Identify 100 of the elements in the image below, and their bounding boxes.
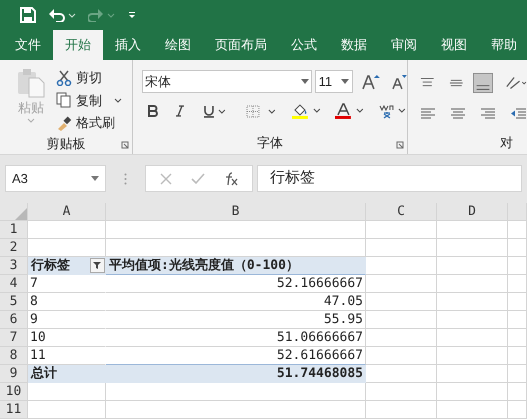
total-value: 51.74468085 <box>106 365 366 383</box>
empty-cell <box>366 239 437 257</box>
empty-cell <box>437 329 508 347</box>
ribbon-tab[interactable]: 数据 <box>329 30 379 60</box>
empty-cell <box>437 221 508 239</box>
ribbon-tab[interactable]: 开始 <box>53 30 103 60</box>
row-header[interactable]: 3 <box>0 257 28 275</box>
column-header[interactable]: C <box>366 203 437 221</box>
column-header[interactable]: B <box>106 203 366 221</box>
align-center-icon[interactable] <box>450 108 466 120</box>
row-header[interactable]: 5 <box>0 293 28 311</box>
empty-cell <box>437 257 508 275</box>
ribbon-tab[interactable]: 审阅 <box>379 30 429 60</box>
row-header[interactable]: 10 <box>0 383 28 401</box>
column-header[interactable]: D <box>437 203 508 221</box>
pivot-value-header: 平均值项:光线亮度值（0-100） <box>106 257 366 275</box>
empty-cell <box>437 311 508 329</box>
font-name-dropdown[interactable]: 宋体 <box>142 70 312 93</box>
format-painter-button[interactable]: 格式刷 <box>76 113 115 132</box>
ribbon-tab[interactable]: 绘图 <box>153 30 203 60</box>
caret-icon[interactable] <box>300 79 309 84</box>
row-header[interactable]: 7 <box>0 329 28 347</box>
empty-cell <box>366 293 437 311</box>
grow-font-icon[interactable] <box>362 74 380 90</box>
table-cell: 9 <box>28 311 106 329</box>
cut-button[interactable]: 剪切 <box>76 68 102 88</box>
empty-cell <box>508 347 527 365</box>
scissors-icon[interactable] <box>56 70 72 86</box>
column-header[interactable]: A <box>28 203 106 221</box>
font-color-icon[interactable] <box>335 103 366 119</box>
empty-cell <box>508 365 527 383</box>
table-cell: 47.05 <box>106 293 366 311</box>
empty-cell <box>508 311 527 329</box>
ribbon-tab[interactable]: 文件 <box>3 30 53 60</box>
ribbon-tab[interactable]: 视图 <box>429 30 479 60</box>
column-header <box>508 203 527 221</box>
copy-icon[interactable] <box>56 92 72 108</box>
row-header[interactable]: 4 <box>0 275 28 293</box>
orientation-icon[interactable] <box>505 75 527 91</box>
align-right-icon[interactable] <box>480 108 496 120</box>
ribbon-tab[interactable]: 插入 <box>103 30 153 60</box>
dialog-launcher-icon[interactable] <box>121 141 129 149</box>
bottom-align-icon[interactable] <box>473 72 494 94</box>
table-cell: 7 <box>28 275 106 293</box>
empty-cell <box>508 239 527 257</box>
customize-toolbar-icon[interactable] <box>128 11 136 19</box>
name-box[interactable]: A3 <box>5 165 106 192</box>
brush-icon[interactable] <box>56 114 72 131</box>
underline-icon[interactable] <box>204 104 226 118</box>
row-header[interactable]: 2 <box>0 239 28 257</box>
caret-icon[interactable] <box>341 79 350 84</box>
empty-cell <box>366 383 437 401</box>
dialog-launcher-icon[interactable] <box>396 141 404 149</box>
empty-cell <box>437 293 508 311</box>
table-cell: 51.06666667 <box>106 329 366 347</box>
empty-cell <box>508 401 527 419</box>
caret-icon[interactable] <box>114 98 122 103</box>
bold-icon[interactable] <box>148 105 158 117</box>
pivot-row-label: 行标签 <box>31 257 70 274</box>
empty-cell <box>508 221 527 239</box>
top-align-icon[interactable] <box>420 77 435 89</box>
row-header[interactable]: 9 <box>0 365 28 383</box>
empty-cell <box>508 329 527 347</box>
empty-cell <box>437 275 508 293</box>
fill-color-icon[interactable] <box>292 103 322 119</box>
empty-cell <box>437 383 508 401</box>
formula-field[interactable]: 行标签 <box>257 165 522 192</box>
caret-icon[interactable] <box>91 176 99 181</box>
row-header[interactable]: 6 <box>0 311 28 329</box>
table-cell: 52.16666667 <box>106 275 366 293</box>
save-icon[interactable] <box>20 7 36 23</box>
middle-align-icon[interactable] <box>448 77 464 89</box>
decrease-indent-icon[interactable] <box>510 108 526 120</box>
table-cell: 55.95 <box>106 311 366 329</box>
undo-icon[interactable] <box>48 8 76 22</box>
ribbon-tab[interactable]: 页面布局 <box>203 30 279 60</box>
empty-cell <box>437 365 508 383</box>
copy-button[interactable]: 复制 <box>76 90 102 110</box>
empty-cell <box>366 401 437 419</box>
table-cell: 8 <box>28 293 106 311</box>
row-header[interactable]: 11 <box>0 401 28 419</box>
empty-cell <box>508 293 527 311</box>
empty-cell <box>366 347 437 365</box>
empty-cell <box>508 257 527 275</box>
row-header[interactable]: 8 <box>0 347 28 365</box>
ribbon-tab[interactable]: 帮助 <box>479 30 527 60</box>
shrink-font-icon[interactable] <box>391 74 407 90</box>
empty-cell <box>366 329 437 347</box>
font-size-dropdown[interactable]: 11 <box>314 70 354 93</box>
borders-icon[interactable] <box>246 104 276 118</box>
ribbon-tab[interactable]: 公式 <box>279 30 329 60</box>
group-label: 对 <box>500 134 513 152</box>
empty-cell <box>508 275 527 293</box>
italic-icon[interactable] <box>176 105 184 117</box>
phonetic-guide-icon[interactable] <box>379 103 408 119</box>
row-header[interactable]: 1 <box>0 221 28 239</box>
filter-icon[interactable] <box>90 258 105 273</box>
insert-function-icon[interactable] <box>224 172 238 186</box>
align-left-icon[interactable] <box>420 108 436 120</box>
table-cell: 10 <box>28 329 106 347</box>
